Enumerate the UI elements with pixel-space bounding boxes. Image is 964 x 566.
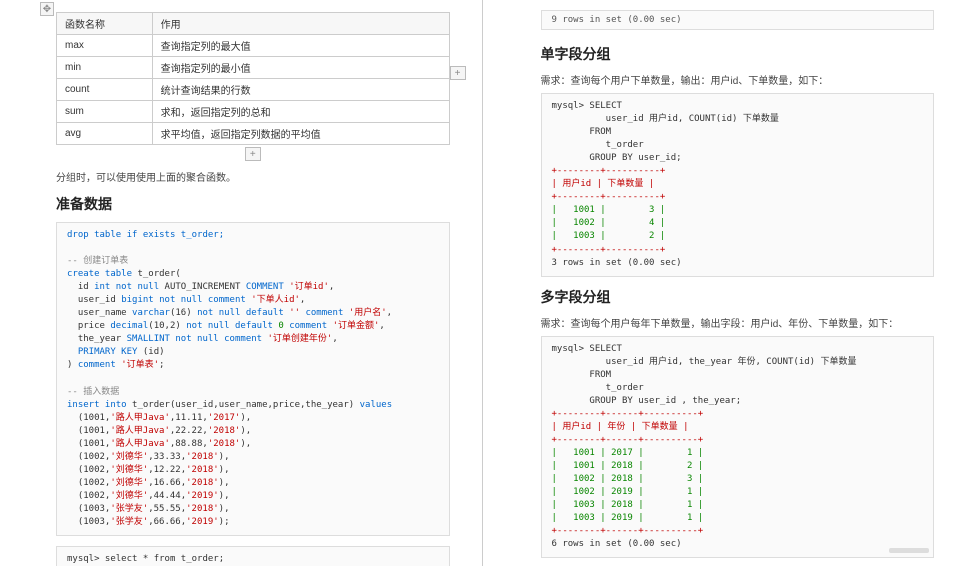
- scrollbar-icon[interactable]: [889, 548, 929, 553]
- code-select-result: mysql> select * from t_order; +----+----…: [56, 546, 450, 566]
- table-row: sum求和，返回指定列的总和: [57, 101, 450, 123]
- code-prepare-data: drop table if exists t_order; -- 创建订单表 c…: [56, 222, 450, 536]
- add-column-button[interactable]: +: [450, 66, 466, 80]
- right-page: 9 rows in set (0.00 sec) 单字段分组 需求：查询每个用户…: [485, 0, 964, 566]
- heading-multi-field: 多字段分组: [541, 287, 935, 307]
- col-header-name: 函数名称: [57, 13, 153, 35]
- table-row: count统计查询结果的行数: [57, 79, 450, 101]
- code-single-group: mysql> SELECT user_id 用户id, COUNT(id) 下单…: [541, 93, 935, 277]
- overflow-result: 9 rows in set (0.00 sec): [541, 10, 935, 30]
- table-row: avg求平均值，返回指定列数据的平均值: [57, 123, 450, 145]
- functions-table: 函数名称 作用 max查询指定列的最大值 min查询指定列的最小值 count统…: [56, 12, 450, 145]
- table-note: 分组时，可以使用使用上面的聚合函数。: [56, 169, 450, 184]
- move-handle-icon[interactable]: ✥: [40, 2, 54, 16]
- table-row: max查询指定列的最大值: [57, 35, 450, 57]
- left-page: ✥ 函数名称 作用 max查询指定列的最大值 min查询指定列的最小值 coun…: [0, 0, 480, 566]
- desc-single: 需求：查询每个用户下单数量，输出：用户id、下单数量，如下：: [541, 72, 935, 87]
- heading-prepare-data: 准备数据: [56, 194, 450, 214]
- heading-single-field: 单字段分组: [541, 44, 935, 64]
- add-row-button[interactable]: +: [245, 147, 261, 161]
- table-row: min查询指定列的最小值: [57, 57, 450, 79]
- page-divider: [482, 0, 483, 566]
- col-header-desc: 作用: [152, 13, 449, 35]
- code-multi-group: mysql> SELECT user_id 用户id, the_year 年份,…: [541, 336, 935, 559]
- desc-multi: 需求：查询每个用户每年下单数量，输出字段：用户id、年份、下单数量，如下：: [541, 315, 935, 330]
